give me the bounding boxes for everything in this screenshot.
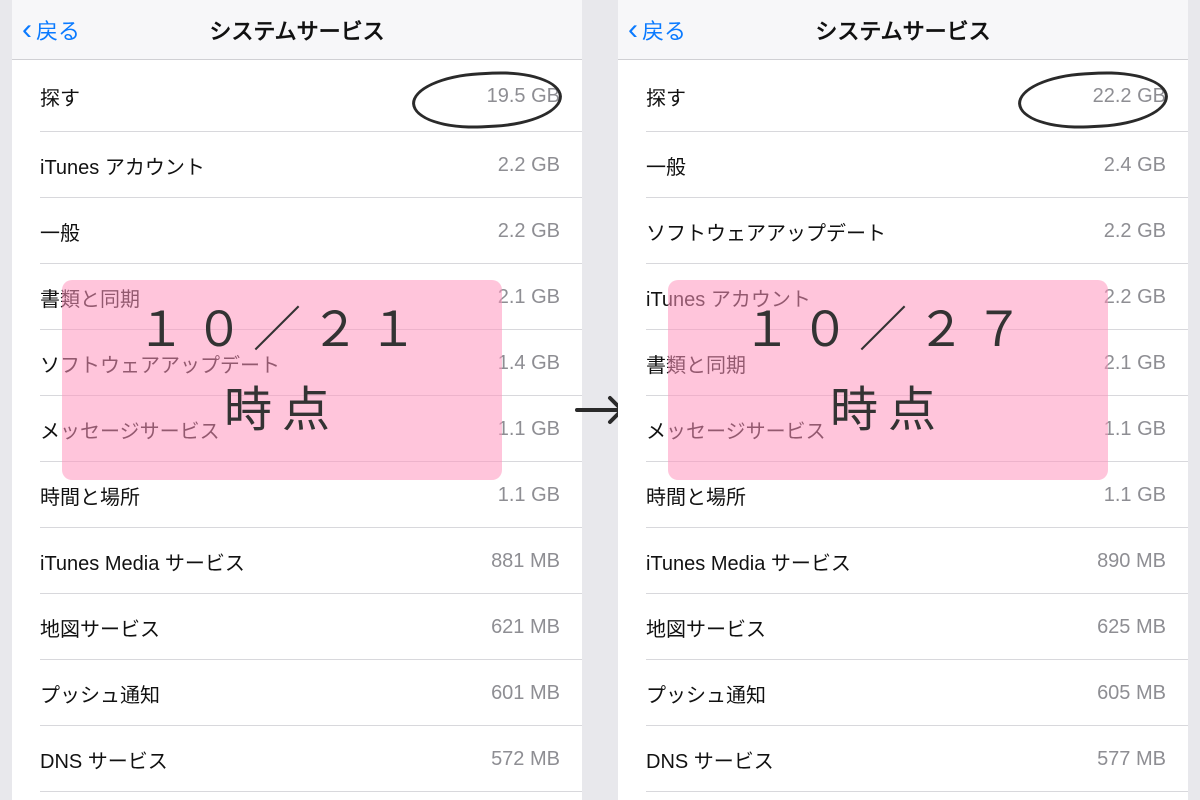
list-item[interactable]: 探す 22.2 GB (618, 60, 1188, 132)
item-value: 577 MB (1097, 748, 1166, 771)
item-value: 2.1 GB (498, 286, 560, 309)
list-item[interactable]: ソフトウェアアップデート 2.2 GB (618, 198, 1188, 264)
service-list: 探す 19.5 GB iTunes アカウント 2.2 GB 一般 2.2 GB… (12, 60, 582, 792)
nav-bar: ‹ 戻る システムサービス (12, 0, 582, 60)
item-value: 1.1 GB (1104, 418, 1166, 441)
item-label: 地図サービス (40, 613, 160, 642)
item-label: 一般 (646, 151, 686, 180)
item-value: 2.1 GB (1104, 352, 1166, 375)
item-label: 地図サービス (646, 613, 766, 642)
list-item[interactable]: 時間と場所 1.1 GB (12, 462, 582, 528)
list-item[interactable]: 書類と同期 2.1 GB (12, 264, 582, 330)
item-label: 探す (646, 82, 686, 111)
item-value: 625 MB (1097, 616, 1166, 639)
list-item[interactable]: メッセージサービス 1.1 GB (12, 396, 582, 462)
item-label: 一般 (40, 217, 80, 246)
list-item[interactable]: プッシュ通知 601 MB (12, 660, 582, 726)
item-value: 1.1 GB (498, 418, 560, 441)
chevron-left-icon: ‹ (22, 15, 32, 45)
item-value: 601 MB (491, 682, 560, 705)
page-title: システムサービス (618, 14, 1188, 46)
list-item[interactable]: ソフトウェアアップデート 1.4 GB (12, 330, 582, 396)
item-value: 881 MB (491, 550, 560, 573)
item-value: 890 MB (1097, 550, 1166, 573)
back-label: 戻る (36, 14, 80, 46)
item-label: プッシュ通知 (646, 679, 766, 708)
list-item[interactable]: 地図サービス 621 MB (12, 594, 582, 660)
item-value: 22.2 GB (1093, 85, 1166, 108)
item-label: プッシュ通知 (40, 679, 160, 708)
item-label: 書類と同期 (646, 349, 746, 378)
item-label: iTunes Media サービス (40, 547, 245, 576)
item-value: 2.4 GB (1104, 154, 1166, 177)
list-item[interactable]: iTunes アカウント 2.2 GB (618, 264, 1188, 330)
back-label: 戻る (642, 14, 686, 46)
chevron-left-icon: ‹ (628, 15, 638, 45)
list-item[interactable]: DNS サービス 577 MB (618, 726, 1188, 792)
item-label: iTunes Media サービス (646, 547, 851, 576)
list-item[interactable]: 時間と場所 1.1 GB (618, 462, 1188, 528)
screenshot-left: ‹ 戻る システムサービス 探す 19.5 GB iTunes アカウント 2.… (12, 0, 582, 800)
item-label: メッセージサービス (646, 415, 826, 444)
item-label: 探す (40, 82, 80, 111)
item-value: 19.5 GB (487, 85, 560, 108)
item-label: ソフトウェアアップデート (646, 217, 886, 246)
item-value: 1.1 GB (1104, 484, 1166, 507)
item-value: 2.2 GB (1104, 286, 1166, 309)
list-item[interactable]: 地図サービス 625 MB (618, 594, 1188, 660)
item-label: DNS サービス (40, 745, 168, 774)
list-item[interactable]: 探す 19.5 GB (12, 60, 582, 132)
item-value: 572 MB (491, 748, 560, 771)
item-label: 書類と同期 (40, 283, 140, 312)
nav-bar: ‹ 戻る システムサービス (618, 0, 1188, 60)
list-item[interactable]: iTunes アカウント 2.2 GB (12, 132, 582, 198)
screenshot-right: ‹ 戻る システムサービス 探す 22.2 GB 一般 2.4 GB ソフトウェ… (618, 0, 1188, 800)
list-item[interactable]: 書類と同期 2.1 GB (618, 330, 1188, 396)
list-item[interactable]: 一般 2.4 GB (618, 132, 1188, 198)
item-label: DNS サービス (646, 745, 774, 774)
list-item[interactable]: 一般 2.2 GB (12, 198, 582, 264)
item-value: 2.2 GB (1104, 220, 1166, 243)
list-item[interactable]: iTunes Media サービス 881 MB (12, 528, 582, 594)
item-value: 1.4 GB (498, 352, 560, 375)
item-label: 時間と場所 (646, 481, 746, 510)
service-list: 探す 22.2 GB 一般 2.4 GB ソフトウェアアップデート 2.2 GB… (618, 60, 1188, 792)
item-value: 605 MB (1097, 682, 1166, 705)
back-button[interactable]: ‹ 戻る (12, 14, 80, 46)
list-item[interactable]: iTunes Media サービス 890 MB (618, 528, 1188, 594)
back-button[interactable]: ‹ 戻る (618, 14, 686, 46)
page-title: システムサービス (12, 14, 582, 46)
item-label: iTunes アカウント (646, 283, 811, 312)
list-item[interactable]: DNS サービス 572 MB (12, 726, 582, 792)
item-label: ソフトウェアアップデート (40, 349, 280, 378)
item-value: 2.2 GB (498, 220, 560, 243)
item-label: メッセージサービス (40, 415, 220, 444)
list-item[interactable]: プッシュ通知 605 MB (618, 660, 1188, 726)
item-value: 1.1 GB (498, 484, 560, 507)
item-label: iTunes アカウント (40, 151, 205, 180)
list-item[interactable]: メッセージサービス 1.1 GB (618, 396, 1188, 462)
item-value: 621 MB (491, 616, 560, 639)
item-label: 時間と場所 (40, 481, 140, 510)
item-value: 2.2 GB (498, 154, 560, 177)
